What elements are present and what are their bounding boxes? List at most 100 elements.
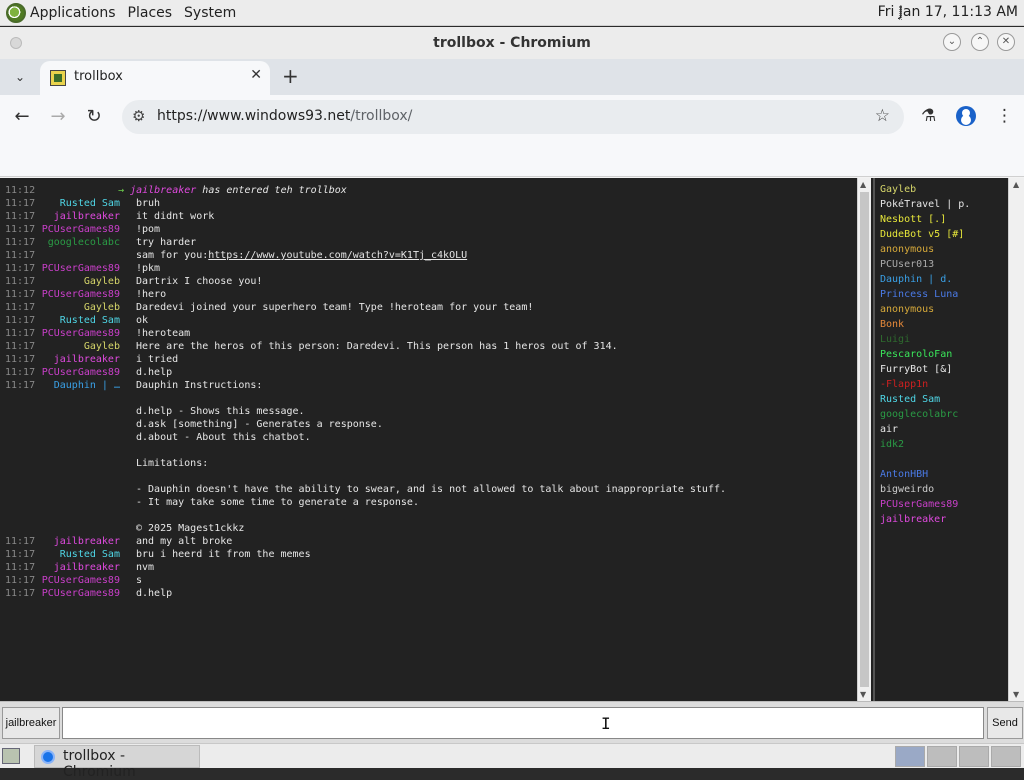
chat-message: d.ask [something] - Generates a response… [0, 418, 857, 431]
user-list-item[interactable]: Gayleb [880, 184, 916, 195]
message-nick[interactable]: jailbreaker [54, 353, 126, 366]
user-list-item[interactable]: PokéTravel | p. [880, 199, 970, 210]
workspace-1[interactable] [895, 746, 925, 767]
chat-message: 11:17 PCUserGames89 d.help [0, 587, 857, 600]
address-bar[interactable]: ⚙ https://www.windows93.net/trollbox/ ☆ [122, 100, 904, 134]
minimize-button[interactable]: ⌄ [943, 33, 961, 51]
user-list-scrollbar[interactable]: ▲ ▼ [1008, 178, 1024, 701]
message-nick[interactable]: PCUserGames89 [42, 288, 126, 301]
message-link[interactable]: https://www.youtube.com/watch?v=K1Tj_c4k… [208, 250, 467, 261]
user-list-item[interactable]: AntonHBH [880, 469, 928, 480]
title-bar[interactable]: trollbox - Chromium ⌄ ⌃ ✕ [0, 27, 1024, 59]
message-nick[interactable]: PCUserGames89 [42, 587, 126, 600]
message-nick[interactable]: Rusted Sam [60, 314, 126, 327]
message-time: 11:12 [5, 185, 36, 196]
user-list-item[interactable]: -Flapp1n [880, 379, 928, 390]
bookmark-star-icon[interactable]: ☆ [875, 106, 890, 126]
input-row: jailbreaker I Send [0, 701, 1024, 743]
message-input[interactable]: I [62, 707, 984, 739]
places-menu[interactable]: Places [128, 5, 173, 21]
user-list-item[interactable]: Princess Luna [880, 289, 958, 300]
message-nick[interactable]: PCUserGames89 [42, 327, 126, 340]
system-menu[interactable]: System [184, 5, 236, 21]
message-nick[interactable]: PCUserGames89 [42, 262, 126, 275]
message-text: ok [136, 315, 149, 326]
new-tab-plus-icon[interactable]: + [282, 64, 299, 88]
users-scroll-down-icon[interactable]: ▼ [1013, 690, 1019, 699]
message-time: 11:17 [5, 367, 36, 378]
maximize-button[interactable]: ⌃ [971, 33, 989, 51]
message-nick[interactable]: PCUserGames89 [42, 574, 126, 587]
workspace-4[interactable] [991, 746, 1021, 767]
chat-scroll-thumb[interactable] [860, 192, 869, 687]
user-list-item[interactable]: Nesbott [.] [880, 214, 946, 225]
toolbar: ← → ↻ ⚙ https://www.windows93.net/trollb… [0, 95, 1024, 141]
trollbox-favicon-icon [50, 70, 66, 86]
labs-flask-icon[interactable]: ⚗ [921, 106, 936, 126]
taskbar-item-chromium[interactable]: trollbox - Chromium [34, 745, 200, 780]
user-list-item[interactable]: air [880, 424, 898, 435]
back-arrow-icon[interactable]: ← [11, 106, 33, 128]
message-time: 11:17 [5, 250, 36, 261]
user-list-item[interactable]: anonymous [880, 244, 934, 255]
message-text: !heroteam [136, 328, 191, 339]
user-list-item[interactable]: googlecolabrc [880, 409, 958, 420]
applications-menu[interactable]: Applications [30, 5, 116, 21]
message-text: Dartrix I choose you! [136, 276, 263, 287]
message-nick[interactable]: Gayleb [84, 340, 126, 353]
user-list-item[interactable]: anonymous [880, 304, 934, 315]
site-info-icon[interactable]: ⚙ [132, 107, 145, 125]
message-nick[interactable]: jailbreaker [54, 210, 126, 223]
chat-message: 11:17 Rusted Sam ok [0, 314, 857, 327]
message-nick[interactable]: Rusted Sam [60, 197, 126, 210]
send-button[interactable]: Send [987, 707, 1023, 739]
chat-message: 11:17 googlecolabc try harder [0, 236, 857, 249]
message-nick[interactable]: Gayleb [84, 301, 126, 314]
show-desktop-icon[interactable] [2, 748, 20, 764]
clock[interactable]: Fri Jan 17, 11:13 AM [878, 4, 1018, 20]
message-time: 11:17 [5, 575, 36, 586]
browser-window: trollbox - Chromium ⌄ ⌃ ✕ ⌄ trollbox ✕ +… [0, 27, 1024, 743]
user-list-item[interactable]: bigweirdo [880, 484, 934, 495]
text-cursor-icon: I [601, 714, 611, 733]
scroll-down-icon[interactable]: ▼ [860, 690, 866, 699]
message-nick[interactable]: jailbreaker [54, 561, 126, 574]
chat-scrollbar[interactable]: ▲ ▼ [857, 178, 871, 701]
user-list-item[interactable]: Rusted Sam [880, 394, 940, 405]
user-list-item[interactable]: PescaroloFan [880, 349, 952, 360]
forward-arrow-icon[interactable]: → [47, 106, 69, 128]
message-nick[interactable]: Dauphin | … [54, 379, 126, 392]
user-list-item[interactable]: Dauphin | d. [880, 274, 952, 285]
users-scroll-up-icon[interactable]: ▲ [1013, 180, 1019, 189]
menu-kebab-icon[interactable]: ⋮ [996, 106, 1013, 126]
reload-icon[interactable]: ↻ [83, 106, 105, 128]
message-nick[interactable]: PCUserGames89 [42, 223, 126, 236]
user-list-item[interactable]: jailbreaker [880, 514, 946, 525]
message-nick[interactable]: jailbreaker [130, 185, 196, 196]
tab-search-chevron-down-icon[interactable]: ⌄ [10, 67, 30, 87]
tab-trollbox[interactable]: trollbox ✕ [40, 61, 270, 95]
close-window-button[interactable]: ✕ [997, 33, 1015, 51]
distro-logo-icon[interactable] [6, 2, 26, 23]
message-nick[interactable]: Gayleb [84, 275, 126, 288]
tab-close-icon[interactable]: ✕ [250, 67, 262, 83]
profile-avatar-icon[interactable] [956, 106, 976, 126]
message-nick[interactable]: jailbreaker [54, 535, 126, 548]
workspace-3[interactable] [959, 746, 989, 767]
nickname-button[interactable]: jailbreaker [2, 707, 60, 739]
message-nick[interactable]: Rusted Sam [60, 548, 126, 561]
message-nick[interactable]: PCUserGames89 [42, 366, 126, 379]
message-time: 11:17 [5, 263, 36, 274]
user-list-item[interactable]: idk2 [880, 439, 904, 450]
workspace-2[interactable] [927, 746, 957, 767]
message-text: has entered teh trollbox [196, 185, 347, 196]
user-list-item[interactable]: PCUser013 [880, 259, 934, 270]
user-list-item[interactable]: FurryBot [&] [880, 364, 952, 375]
user-list-item[interactable]: PCUserGames89 [880, 499, 958, 510]
message-nick[interactable]: googlecolabc [48, 236, 126, 249]
url-text[interactable]: https://www.windows93.net/trollbox/ [157, 108, 412, 124]
user-list-item[interactable]: Luigi [880, 334, 910, 345]
scroll-up-icon[interactable]: ▲ [860, 180, 866, 189]
user-list-item[interactable]: Bonk [880, 319, 904, 330]
user-list-item[interactable]: DudeBot v5 [#] [880, 229, 964, 240]
